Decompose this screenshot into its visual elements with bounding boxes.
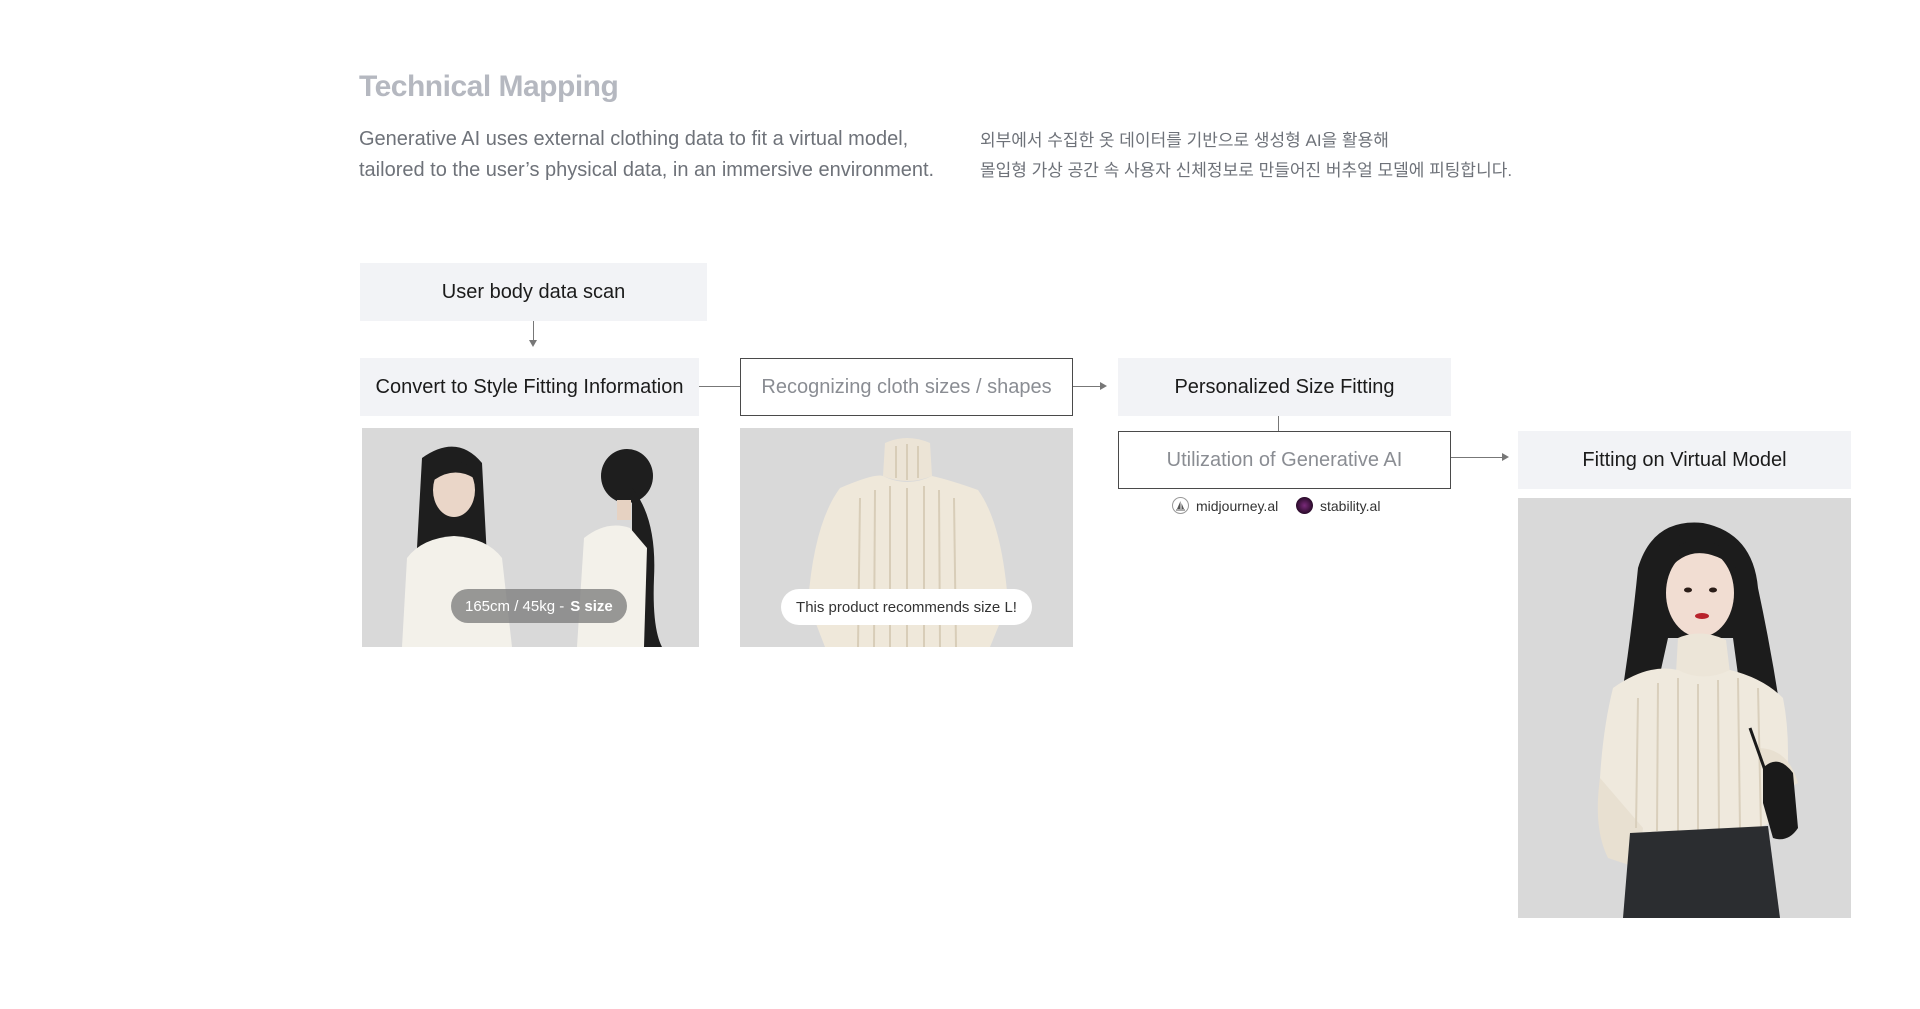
desc-ko-line-1: 외부에서 수집한 옷 데이터를 기반으로 생성형 AI을 활용해: [980, 131, 1389, 150]
cloth-photo: This product recommends size L!: [740, 428, 1073, 647]
description-english: Generative AI uses external clothing dat…: [359, 124, 934, 186]
stability-icon: [1296, 497, 1313, 514]
connector-generative-to-virtual: [1451, 457, 1505, 458]
arrow-right-icon: [1100, 382, 1107, 390]
arrow-down-icon: [529, 340, 537, 347]
step-recognize-cloth: Recognizing cloth sizes / shapes: [740, 358, 1073, 416]
step-user-body-scan: User body data scan: [360, 263, 707, 321]
brand-label: stability.al: [1320, 497, 1381, 514]
page-title: Technical Mapping: [359, 70, 619, 103]
size-recommend-text: This product recommends size L!: [796, 598, 1017, 616]
body-scan-photo: 165cm / 45kg - S size: [362, 428, 699, 647]
virtual-model-photo: [1518, 498, 1851, 918]
step-convert-style-fitting: Convert to Style Fitting Information: [360, 358, 699, 416]
brand-stability: stability.al: [1296, 497, 1380, 514]
description-korean: 외부에서 수집한 옷 데이터를 기반으로 생성형 AI을 활용해 몰입형 가상 …: [980, 126, 1512, 186]
body-measure-text: 165cm / 45kg -: [465, 597, 565, 615]
step-personalized-size-fitting: Personalized Size Fitting: [1118, 358, 1451, 416]
brand-midjourney: midjourney.al: [1172, 497, 1278, 514]
desc-en-line-1: Generative AI uses external clothing dat…: [359, 128, 909, 150]
arrow-right-icon: [1502, 453, 1509, 461]
sailboat-icon: [1172, 497, 1189, 514]
connector-convert-to-recognize: [699, 386, 740, 387]
desc-en-line-2: tailored to the user’s physical data, in…: [359, 159, 935, 181]
connector-personalized-to-generative: [1278, 416, 1279, 431]
body-size-text: S size: [570, 597, 613, 615]
virtual-model-illustration: [1518, 498, 1851, 918]
size-recommend-pill: This product recommends size L!: [781, 589, 1032, 625]
body-measure-pill: 165cm / 45kg - S size: [451, 589, 627, 623]
desc-ko-line-2: 몰입형 가상 공간 속 사용자 신체정보로 만들어진 버추얼 모델에 피팅합니다…: [980, 161, 1513, 180]
step-fitting-virtual-model: Fitting on Virtual Model: [1518, 431, 1851, 489]
connector-recognize-to-personalized: [1073, 386, 1100, 387]
brand-label: midjourney.al: [1196, 497, 1279, 514]
step-generative-ai: Utilization of Generative AI: [1118, 431, 1451, 489]
